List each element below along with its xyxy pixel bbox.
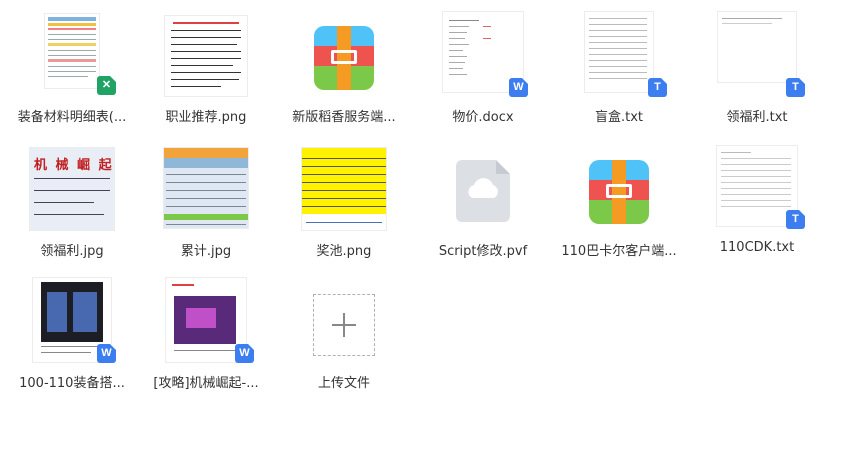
file-name: 累计.jpg xyxy=(180,244,232,259)
file-item-strategy-doc[interactable]: W [攻略]机械崛起-... xyxy=(139,272,273,398)
excel-icon: ✕ xyxy=(97,76,116,95)
file-thumbnail xyxy=(164,148,248,228)
file-item-script-pvf[interactable]: Script修改.pvf xyxy=(416,140,550,266)
file-item-client-archive[interactable]: 110巴卡尔客户端... xyxy=(552,140,686,266)
file-item-cumulative-jpg[interactable]: 累计.jpg xyxy=(139,140,273,266)
file-item-cdk-txt[interactable]: T 110CDK.txt xyxy=(690,140,824,266)
file-name: 110巴卡尔客户端... xyxy=(561,244,677,259)
word-icon: W xyxy=(509,78,528,97)
word-icon: W xyxy=(235,344,254,363)
file-thumbnail xyxy=(45,14,99,88)
file-name: 新版稻香服务端... xyxy=(292,110,396,125)
file-item-jackpot-png[interactable]: 奖池.png xyxy=(277,140,411,266)
file-name: 领福利.jpg xyxy=(40,244,104,259)
file-name: 奖池.png xyxy=(316,244,372,259)
file-thumbnail xyxy=(718,12,796,82)
file-name: 物价.docx xyxy=(452,110,514,125)
file-name: 装备材料明细表(... xyxy=(17,110,127,125)
file-item-price-docx[interactable]: W 物价.docx xyxy=(416,6,550,132)
file-item-equipment-guide-doc[interactable]: W 100-110装备搭... xyxy=(5,272,139,398)
file-thumbnail xyxy=(166,278,246,362)
archive-icon xyxy=(314,26,374,90)
add-icon xyxy=(313,294,375,356)
file-name: Script修改.pvf xyxy=(438,244,528,259)
text-icon: T xyxy=(786,78,805,97)
file-thumbnail xyxy=(717,146,797,226)
upload-label: 上传文件 xyxy=(317,376,370,391)
text-icon: T xyxy=(786,210,805,229)
word-icon: W xyxy=(97,344,116,363)
upload-file-button[interactable]: 上传文件 xyxy=(277,272,411,398)
cloud-file-icon xyxy=(456,160,510,222)
file-thumbnail xyxy=(302,148,386,230)
file-name: 100-110装备搭... xyxy=(19,376,125,391)
file-name: 职业推荐.png xyxy=(165,110,247,125)
file-item-mystery-box-txt[interactable]: T 盲盒.txt xyxy=(552,6,686,132)
file-item-welfare-txt[interactable]: T 领福利.txt xyxy=(690,6,824,132)
file-name: 110CDK.txt xyxy=(719,240,795,255)
file-item-equipment-xlsx[interactable]: ✕ 装备材料明细表(... xyxy=(5,6,139,132)
file-name: 盲盒.txt xyxy=(594,110,644,125)
file-thumbnail xyxy=(165,16,247,96)
file-name: [攻略]机械崛起-... xyxy=(153,376,259,391)
archive-icon xyxy=(589,160,649,224)
file-name: 领福利.txt xyxy=(726,110,788,125)
file-item-career-png[interactable]: 职业推荐.png xyxy=(139,6,273,132)
file-item-server-archive[interactable]: 新版稻香服务端... xyxy=(277,6,411,132)
file-item-welfare-jpg[interactable]: 机 械 崛 起 福 领福利.jpg xyxy=(5,140,139,266)
file-thumbnail: 机 械 崛 起 福 xyxy=(30,148,114,230)
file-thumbnail xyxy=(585,12,653,92)
text-icon: T xyxy=(648,78,667,97)
